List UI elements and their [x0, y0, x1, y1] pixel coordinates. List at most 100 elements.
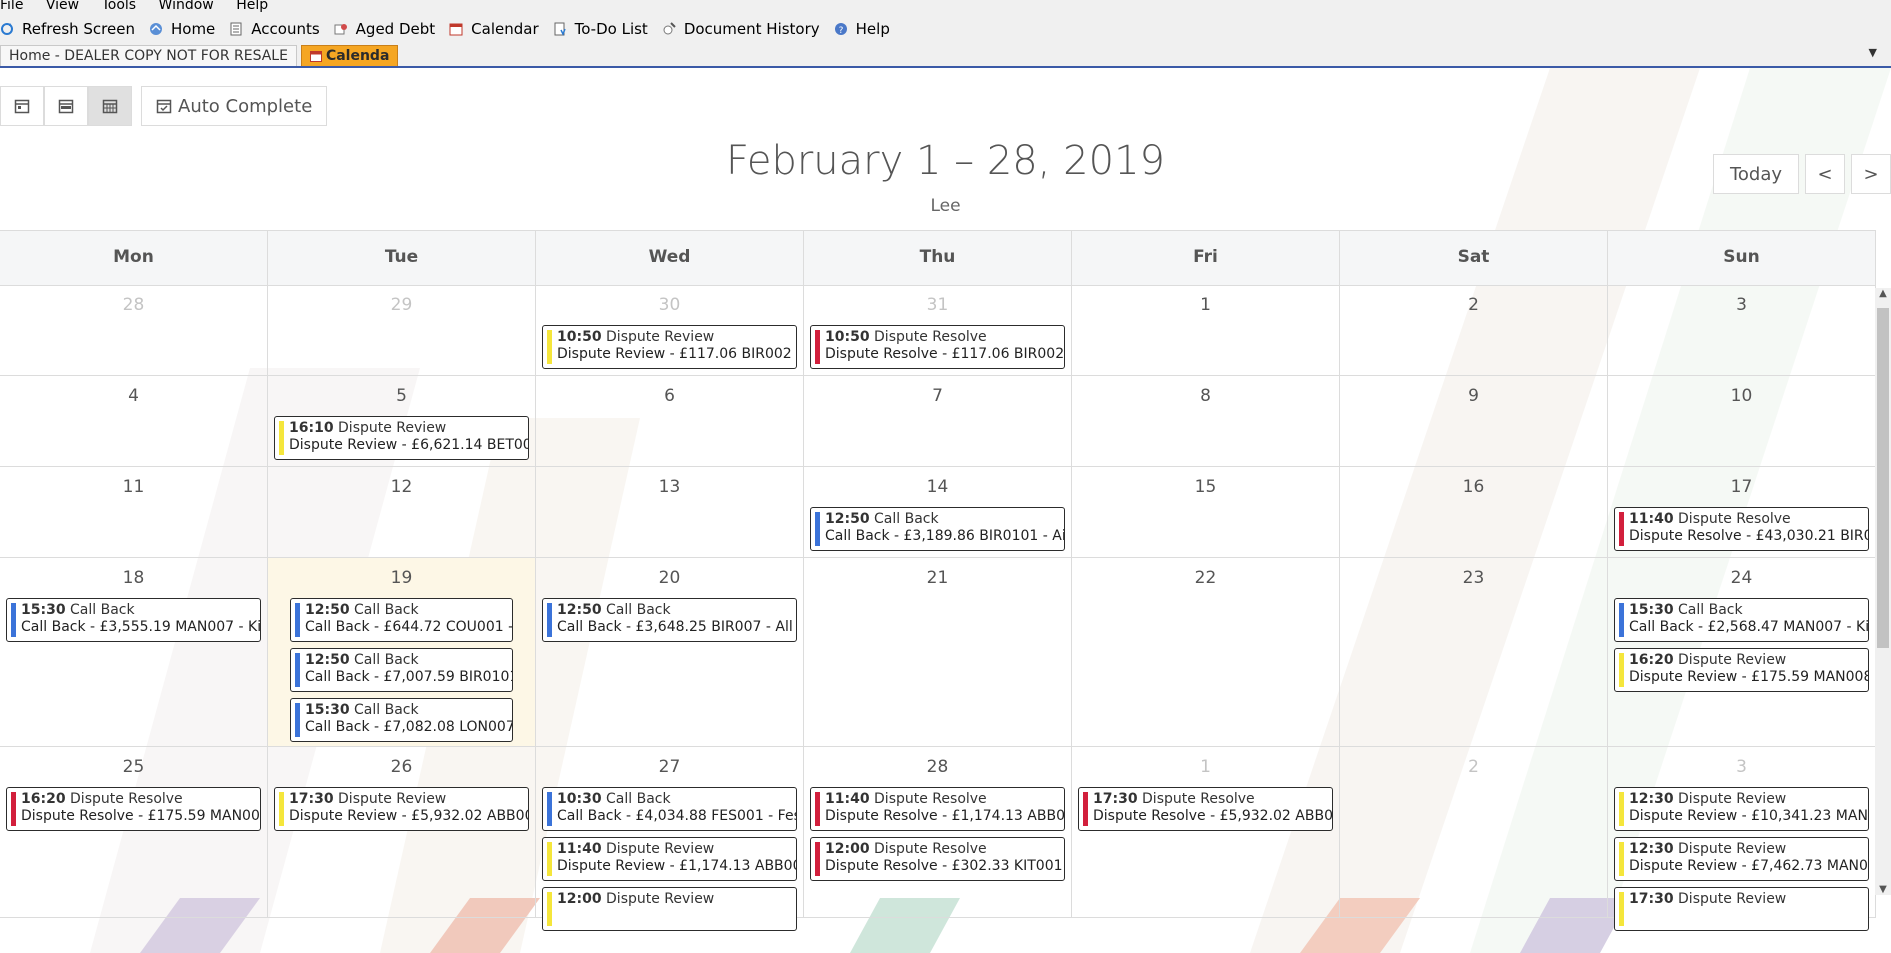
- calendar-event[interactable]: 12:30 Dispute Review Dispute Review - £7,…: [1614, 837, 1869, 881]
- day-cell[interactable]: 23: [1340, 558, 1608, 746]
- auto-complete-button[interactable]: Auto Complete: [141, 86, 328, 126]
- calendar-event[interactable]: 11:40 Dispute Review Dispute Review - £1,…: [542, 837, 797, 881]
- day-header: Sat: [1340, 231, 1608, 285]
- calendar-event[interactable]: 15:30 Call Back Call Back - £2,568.47 MAN…: [1614, 598, 1869, 642]
- day-cell[interactable]: 19 12:50 Call Back Call Back - £644.72 COU…: [268, 558, 536, 746]
- calendar-event[interactable]: 17:30 Dispute Resolve Dispute Resolve - £…: [1078, 787, 1333, 831]
- next-month-button[interactable]: >: [1851, 154, 1891, 194]
- day-cell[interactable]: 30 10:50 Dispute Review Dispute Review - £…: [536, 285, 804, 375]
- day-cell[interactable]: 3: [1608, 285, 1876, 375]
- help-button[interactable]: ? Help: [834, 20, 890, 38]
- menu-file[interactable]: File: [0, 0, 23, 12]
- day-cell[interactable]: 14 12:50 Call Back Call Back - £3,189.86 B…: [804, 467, 1072, 557]
- accounts-button[interactable]: Accounts: [229, 20, 320, 38]
- day-cell[interactable]: 2: [1340, 747, 1608, 917]
- day-cell[interactable]: 27 10:30 Call Back Call Back - £4,034.88 F…: [536, 747, 804, 931]
- calendar-event[interactable]: 11:40 Dispute Resolve Dispute Resolve - £…: [1614, 507, 1869, 551]
- prev-month-button[interactable]: <: [1805, 154, 1845, 194]
- day-cell[interactable]: 24 15:30 Call Back Call Back - £2,568.47 M…: [1608, 558, 1876, 746]
- home-button[interactable]: Home: [149, 20, 215, 38]
- calendar-event[interactable]: 12:00 Dispute Resolve Dispute Resolve - £…: [810, 837, 1065, 881]
- refresh-screen-button[interactable]: Refresh Screen: [0, 20, 135, 38]
- day-cell[interactable]: 10: [1608, 376, 1876, 466]
- day-cell[interactable]: 3 12:30 Dispute Review Dispute Review - £1…: [1608, 747, 1876, 931]
- menu-help[interactable]: Help: [236, 0, 268, 12]
- day-cell[interactable]: 17 11:40 Dispute Resolve Dispute Resolve -…: [1608, 467, 1876, 557]
- today-button[interactable]: Today: [1712, 154, 1799, 194]
- day-cell[interactable]: 28 11:40 Dispute Resolve Dispute Resolve -…: [804, 747, 1072, 917]
- day-cell[interactable]: 12: [268, 467, 536, 557]
- day-cell[interactable]: 25 16:20 Dispute Resolve Dispute Resolve -…: [0, 747, 268, 917]
- calendar-event[interactable]: 12:50 Call Back Call Back - £7,007.59 BIR…: [290, 648, 513, 692]
- week-row: 25 16:20 Dispute Resolve Dispute Resolve -…: [0, 747, 1876, 931]
- calendar-event[interactable]: 16:20 Dispute Review Dispute Review - £17…: [1614, 648, 1869, 692]
- calendar-event[interactable]: 15:30 Call Back Call Back - £7,082.08 LON…: [290, 698, 513, 742]
- day-cell[interactable]: 2: [1340, 285, 1608, 375]
- day-cell[interactable]: 13: [536, 467, 804, 557]
- event-heading: 10:50 Dispute Review: [557, 329, 796, 346]
- day-cell[interactable]: 7: [804, 376, 1072, 466]
- scroll-down-icon[interactable]: ▼: [1875, 884, 1891, 895]
- calendar-event[interactable]: 10:50 Dispute Resolve Dispute Resolve - £…: [810, 325, 1065, 369]
- calendar-event[interactable]: 17:30 Dispute Review: [1614, 887, 1869, 931]
- day-cell[interactable]: 9: [1340, 376, 1608, 466]
- menu-view[interactable]: View: [46, 0, 79, 12]
- document-history-button[interactable]: Document History: [662, 20, 820, 38]
- day-cell[interactable]: 28: [0, 285, 268, 375]
- todo-list-button[interactable]: To-Do List: [553, 20, 648, 38]
- month-view-button[interactable]: [88, 86, 132, 126]
- calendar-event[interactable]: 10:30 Call Back Call Back - £4,034.88 FES…: [542, 787, 797, 831]
- calendar-event[interactable]: 17:30 Dispute Review Dispute Review - £5,…: [274, 787, 529, 831]
- calendar-event[interactable]: 11:40 Dispute Resolve Dispute Resolve - £…: [810, 787, 1065, 831]
- tab-bar: Home - DEALER COPY NOT FOR RESALE Calend…: [0, 44, 1891, 68]
- calendar-event[interactable]: 16:20 Dispute Resolve Dispute Resolve - £…: [6, 787, 261, 831]
- calendar-event[interactable]: 12:50 Call Back Call Back - £644.72 COU00…: [290, 598, 513, 642]
- event-color-bar: [1619, 892, 1624, 926]
- day-cell[interactable]: 29: [268, 285, 536, 375]
- day-view-button[interactable]: [0, 86, 44, 126]
- day-cell[interactable]: 15: [1072, 467, 1340, 557]
- event-heading: 15:30 Call Back: [21, 602, 260, 619]
- week-view-button[interactable]: [44, 86, 88, 126]
- scroll-up-icon[interactable]: ▲: [1875, 288, 1891, 299]
- tab-list-dropdown-icon[interactable]: ▼: [1869, 46, 1877, 59]
- day-cell[interactable]: 20 12:50 Call Back Call Back - £3,648.25 B…: [536, 558, 804, 746]
- calendar-event[interactable]: 12:50 Call Back Call Back - £3,189.86 BIR…: [810, 507, 1065, 551]
- tab-home[interactable]: Home - DEALER COPY NOT FOR RESALE: [0, 45, 297, 66]
- scrollbar-thumb[interactable]: [1877, 308, 1889, 648]
- day-cell[interactable]: 22: [1072, 558, 1340, 746]
- event-heading: 11:40 Dispute Resolve: [1629, 511, 1868, 528]
- event-time: 12:50: [305, 602, 350, 618]
- calendar-event[interactable]: 15:30 Call Back Call Back - £3,555.19 MAN…: [6, 598, 261, 642]
- event-heading: 12:50 Call Back: [825, 511, 1064, 528]
- aged-debt-button[interactable]: Aged Debt: [334, 20, 435, 38]
- day-cell[interactable]: 4: [0, 376, 268, 466]
- day-cell[interactable]: 26 17:30 Dispute Review Dispute Review - £…: [268, 747, 536, 917]
- calendar-event[interactable]: 12:30 Dispute Review Dispute Review - £10…: [1614, 787, 1869, 831]
- day-cell[interactable]: 6: [536, 376, 804, 466]
- calendar-button[interactable]: Calendar: [449, 20, 539, 38]
- day-cell[interactable]: 18 15:30 Call Back Call Back - £3,555.19 M…: [0, 558, 268, 746]
- menu-window[interactable]: Window: [159, 0, 214, 12]
- day-number: 3: [1736, 757, 1747, 777]
- week-row: 11 12 13 14 12:50 Call Back Call Back - £3,18…: [0, 467, 1876, 558]
- day-number: 17: [1730, 477, 1753, 497]
- day-cell[interactable]: 21: [804, 558, 1072, 746]
- day-cell[interactable]: 31 10:50 Dispute Resolve Dispute Resolve -…: [804, 285, 1072, 375]
- event-color-bar: [279, 421, 284, 455]
- event-heading: 12:50 Call Back: [305, 602, 512, 619]
- day-cell[interactable]: 11: [0, 467, 268, 557]
- day-cell[interactable]: 1 17:30 Dispute Resolve Dispute Resolve - …: [1072, 747, 1340, 917]
- day-number: 18: [122, 568, 145, 588]
- calendar-event[interactable]: 12:00 Dispute Review: [542, 887, 797, 931]
- calendar-scrollbar[interactable]: ▲ ▼: [1875, 288, 1891, 895]
- calendar-event[interactable]: 16:10 Dispute Review Dispute Review - £6,…: [274, 416, 529, 460]
- day-cell[interactable]: 16: [1340, 467, 1608, 557]
- calendar-event[interactable]: 12:50 Call Back Call Back - £3,648.25 BIR…: [542, 598, 797, 642]
- day-cell[interactable]: 1: [1072, 285, 1340, 375]
- day-cell[interactable]: 5 16:10 Dispute Review Dispute Review - £6…: [268, 376, 536, 466]
- tab-calendar[interactable]: Calenda: [300, 45, 399, 66]
- day-cell[interactable]: 8: [1072, 376, 1340, 466]
- calendar-event[interactable]: 10:50 Dispute Review Dispute Review - £11…: [542, 325, 797, 369]
- menu-tools[interactable]: Tools: [102, 0, 137, 12]
